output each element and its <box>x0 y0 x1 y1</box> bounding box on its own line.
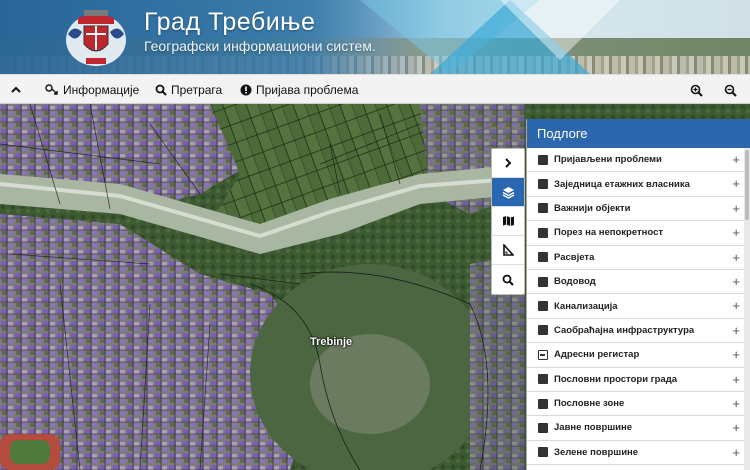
layer-label: Зелене површине <box>554 446 639 458</box>
layer-checkbox[interactable] <box>538 227 548 238</box>
expand-plus-icon[interactable]: + <box>732 347 740 362</box>
layer-label: Расвјета <box>554 251 595 263</box>
expand-plus-icon[interactable]: + <box>732 225 740 240</box>
layer-label: Заједница етажних власника <box>554 178 690 190</box>
expand-plus-icon[interactable]: + <box>732 445 740 460</box>
expand-plus-icon[interactable]: + <box>732 201 740 216</box>
layers-scrollbar[interactable] <box>744 148 750 470</box>
expand-plus-icon[interactable]: + <box>732 250 740 265</box>
layer-label: Водовод <box>554 276 596 288</box>
expand-plus-icon[interactable]: + <box>732 298 740 313</box>
zoom-out-icon <box>724 84 737 97</box>
layer-label: Саобраћајна инфраструктура <box>554 324 695 336</box>
map-tools <box>491 148 525 295</box>
report-problem-label: Пријава проблема <box>256 83 359 97</box>
layers-panel: Подлоге Пријављени проблеми + Заједница ет… <box>526 119 750 470</box>
layer-row[interactable]: Пословне зоне + <box>527 392 750 417</box>
header-decoration <box>500 0 620 60</box>
layers-icon <box>502 186 514 199</box>
layer-checkbox[interactable] <box>538 325 548 336</box>
layer-checkbox[interactable] <box>538 422 548 433</box>
layer-row[interactable]: Важнији објекти + <box>527 197 750 222</box>
site-header: Град Требиње Географски информациони сис… <box>0 0 750 74</box>
chevron-up-icon <box>11 86 21 93</box>
layer-row[interactable]: Водовод + <box>527 270 750 295</box>
expand-plus-icon[interactable]: + <box>732 420 740 435</box>
basemap-tab-button[interactable] <box>492 207 524 236</box>
collapse-header-button[interactable] <box>10 75 26 105</box>
layer-row[interactable]: Зелене површине + <box>527 441 750 466</box>
layer-label: Јавне површине <box>554 422 633 434</box>
zoom-out-button[interactable] <box>724 75 741 105</box>
layer-row[interactable]: Пријављени проблеми + <box>527 148 750 173</box>
layer-checkbox[interactable] <box>538 252 548 263</box>
search-label: Претрага <box>171 83 223 97</box>
expand-plus-icon[interactable]: + <box>732 152 740 167</box>
info-button[interactable]: Информације <box>45 75 139 105</box>
expand-plus-icon[interactable]: + <box>732 274 740 289</box>
expand-plus-icon[interactable]: + <box>732 396 740 411</box>
layer-checkbox[interactable] <box>538 301 548 312</box>
layer-row[interactable]: Порез на непокретност + <box>527 221 750 246</box>
layer-label: Пословне зоне <box>554 398 625 410</box>
info-cursor-icon <box>45 84 58 95</box>
layer-row[interactable]: Јавне површине + <box>527 416 750 441</box>
measure-icon <box>503 244 514 256</box>
layer-checkbox[interactable] <box>538 374 548 385</box>
toolbar: Информације Претрага Пријава проблема <box>0 74 750 104</box>
place-label: Trebinje <box>310 336 353 348</box>
layer-list: Пријављени проблеми + Заједница етажних вл… <box>527 148 750 466</box>
layer-row[interactable]: Заједница етажних власника + <box>527 172 750 197</box>
info-label: Информације <box>63 83 140 97</box>
layer-row[interactable]: Адресни регистар + <box>527 343 750 368</box>
layer-checkbox[interactable] <box>538 349 548 360</box>
layer-label: Канализација <box>554 300 618 312</box>
layer-checkbox[interactable] <box>538 203 548 214</box>
exclamation-circle-icon <box>240 84 252 96</box>
site-subtitle: Географски информациони систем. <box>144 38 376 54</box>
layer-row[interactable]: Пословни простори града + <box>527 368 750 392</box>
zoom-in-icon <box>690 84 703 97</box>
search-button[interactable]: Претрага <box>155 75 222 105</box>
layers-tab-button[interactable] <box>492 178 524 207</box>
layer-label: Пријављени проблеми <box>554 154 662 166</box>
expand-plus-icon[interactable]: + <box>732 176 740 191</box>
layer-checkbox[interactable] <box>538 154 548 165</box>
layer-label: Порез на непокретност <box>554 227 664 239</box>
layer-label: Важнији објекти <box>554 202 631 214</box>
expand-plus-icon[interactable]: + <box>732 372 740 387</box>
search-icon <box>155 84 167 96</box>
scrollbar-thumb[interactable] <box>745 150 749 220</box>
layer-checkbox[interactable] <box>538 179 548 190</box>
collapse-panel-button[interactable] <box>492 149 524 178</box>
search-tab-button[interactable] <box>492 265 524 294</box>
report-problem-button[interactable]: Пријава проблема <box>240 75 358 105</box>
site-title: Град Требиње <box>144 8 316 36</box>
zoom-in-button[interactable] <box>690 75 707 105</box>
search-icon <box>502 274 514 286</box>
layers-panel-title: Подлоге <box>527 119 750 148</box>
layer-row[interactable]: Расвјета + <box>527 246 750 270</box>
layer-checkbox[interactable] <box>538 398 548 409</box>
layer-row[interactable]: Канализација + <box>527 294 750 319</box>
map-icon <box>502 216 514 226</box>
layer-row[interactable]: Саобраћајна инфраструктура + <box>527 319 750 344</box>
expand-plus-icon[interactable]: + <box>732 323 740 338</box>
layer-checkbox[interactable] <box>538 276 548 287</box>
layer-checkbox[interactable] <box>538 447 548 458</box>
layer-label: Адресни регистар <box>554 349 640 361</box>
chevron-right-icon <box>505 158 512 168</box>
layer-label: Пословни простори града <box>554 373 678 385</box>
measure-tab-button[interactable] <box>492 236 524 265</box>
city-coat-of-arms-logo[interactable] <box>60 4 132 70</box>
